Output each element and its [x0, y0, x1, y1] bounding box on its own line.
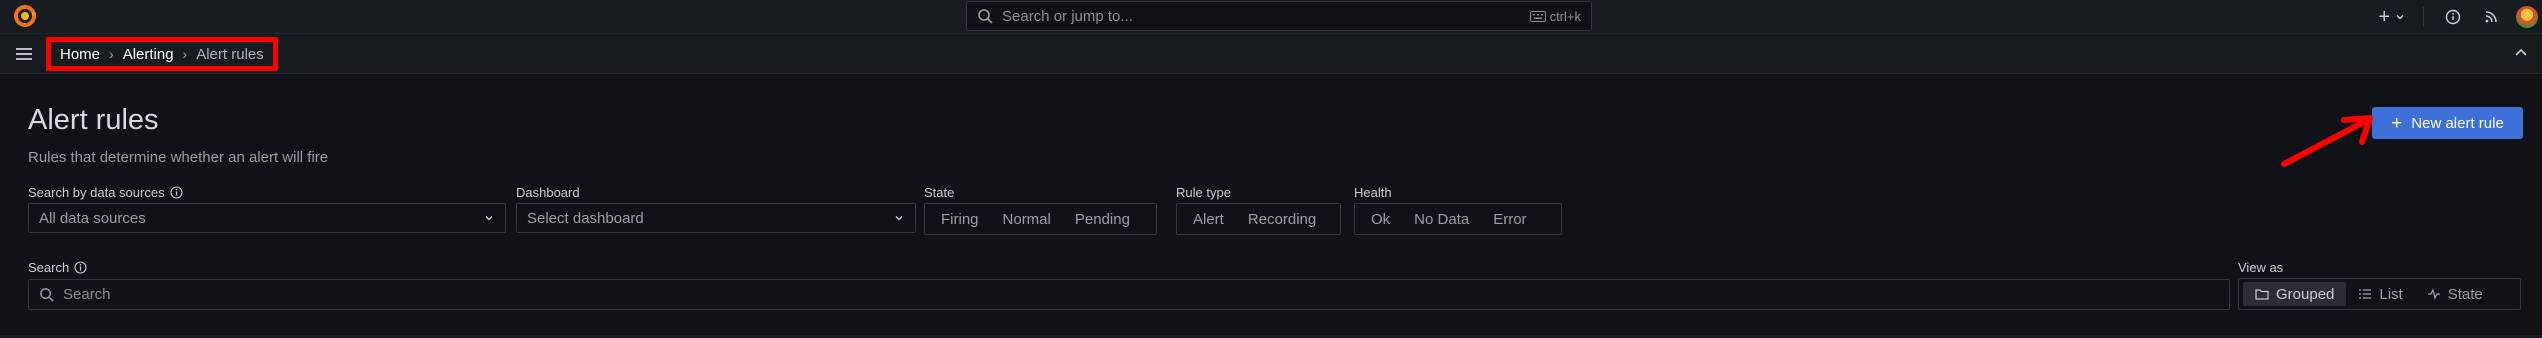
top-right-actions: + [2370, 0, 2542, 34]
view-as-state[interactable]: State [2415, 282, 2495, 306]
view-as-grouped-label: Grouped [2276, 285, 2335, 303]
view-as-group: Grouped List State [2238, 278, 2521, 310]
breadcrumb-alert-rules: Alert rules [196, 45, 264, 63]
list-icon [2359, 289, 2372, 299]
keyboard-icon [1529, 10, 1546, 22]
page-title: Alert rules [28, 104, 159, 136]
breadcrumb-bar: Home › Alerting › Alert rules [0, 34, 2542, 74]
search-filter-label-text: Search [28, 260, 70, 275]
health-option-no-data[interactable]: No Data [1402, 207, 1481, 231]
health-option-error[interactable]: Error [1481, 207, 1538, 231]
state-option-normal[interactable]: Normal [991, 207, 1063, 231]
datasource-select-value: All data sources [39, 209, 146, 227]
chevron-down-icon [2396, 15, 2404, 20]
view-as-label: View as [2238, 260, 2284, 275]
state-filter-group: Firing Normal Pending [924, 203, 1157, 235]
page-subtitle: Rules that determine whether an alert wi… [28, 149, 329, 166]
news-button[interactable] [2482, 8, 2500, 26]
shortcut-label: ctrl+k [1549, 8, 1581, 24]
rule-type-option-alert[interactable]: Alert [1181, 207, 1236, 231]
global-search-placeholder: Search or jump to... [1002, 7, 1133, 25]
info-icon[interactable] [74, 261, 87, 274]
datasource-select[interactable]: All data sources [28, 203, 506, 233]
datasource-filter-label-text: Search by data sources [28, 185, 165, 200]
view-as-list-label: List [2379, 285, 2403, 303]
rule-search-input[interactable]: Search [28, 279, 2230, 310]
breadcrumb-separator-icon: › [109, 46, 114, 62]
dashboard-select-value: Select dashboard [527, 209, 644, 227]
new-alert-rule-label: New alert rule [2411, 114, 2504, 132]
dashboard-filter-label: Dashboard [516, 185, 580, 200]
keyboard-shortcut-hint: ctrl+k [1529, 8, 1581, 24]
rule-type-option-recording[interactable]: Recording [1236, 207, 1328, 231]
search-filter-label: Search [28, 260, 87, 275]
breadcrumb: Home › Alerting › Alert rules [46, 37, 278, 71]
chevron-down-icon [895, 216, 903, 221]
chevron-down-icon [485, 216, 493, 221]
user-avatar[interactable] [2516, 6, 2538, 28]
view-as-state-label: State [2447, 285, 2483, 303]
new-alert-rule-button[interactable]: + New alert rule [2372, 107, 2523, 139]
plus-icon: + [2378, 5, 2390, 28]
rss-icon [2485, 11, 2497, 23]
global-search-bar[interactable]: Search or jump to... ctrl+k [966, 1, 1592, 31]
breadcrumb-home[interactable]: Home [60, 46, 100, 63]
breadcrumb-separator-icon: › [182, 46, 188, 62]
annotation-arrow-icon [2281, 115, 2373, 167]
state-option-firing[interactable]: Firing [929, 207, 991, 231]
health-filter-label: Health [1354, 185, 1392, 200]
search-icon [978, 9, 993, 24]
divider [2423, 7, 2424, 27]
view-as-list[interactable]: List [2346, 282, 2414, 306]
chevron-up-icon[interactable] [2514, 46, 2528, 60]
plus-icon: + [2391, 112, 2403, 134]
breadcrumb-alerting[interactable]: Alerting [123, 46, 174, 63]
top-navbar: Search or jump to... ctrl+k + [0, 0, 2542, 34]
state-filter-label: State [924, 185, 955, 200]
state-option-pending[interactable]: Pending [1063, 207, 1142, 231]
info-icon[interactable] [170, 186, 183, 199]
help-icon [2445, 9, 2461, 25]
add-new-menu-button[interactable]: + [2370, 6, 2413, 29]
rule-type-filter-group: Alert Recording [1176, 203, 1341, 235]
health-option-ok[interactable]: Ok [1359, 207, 1402, 231]
folder-icon [2255, 289, 2269, 300]
help-button[interactable] [2444, 8, 2462, 26]
rule-search-placeholder: Search [63, 286, 111, 303]
grafana-logo-icon[interactable] [12, 3, 38, 29]
view-as-grouped[interactable]: Grouped [2243, 282, 2347, 306]
hamburger-menu-icon[interactable] [14, 44, 34, 64]
dashboard-select[interactable]: Select dashboard [516, 203, 916, 233]
search-icon [40, 288, 54, 302]
heartbeat-icon [2427, 288, 2440, 300]
rule-type-filter-label: Rule type [1176, 185, 1231, 200]
datasource-filter-label: Search by data sources [28, 185, 183, 200]
health-filter-group: Ok No Data Error [1354, 203, 1562, 235]
